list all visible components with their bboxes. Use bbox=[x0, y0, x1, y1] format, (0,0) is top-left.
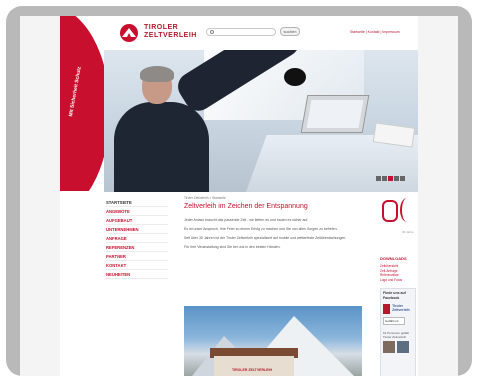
logo-shape-b bbox=[400, 198, 414, 222]
house bbox=[214, 356, 294, 376]
slider-dot[interactable] bbox=[376, 176, 381, 181]
slider-dots[interactable] bbox=[376, 168, 410, 181]
man-torso bbox=[114, 102, 209, 192]
breadcrumb[interactable]: Tiroler Zeltverleih > Startseite bbox=[184, 196, 354, 200]
browser-screen: Mit Sicherheit Schutz TIROLER ZELTVERLEI… bbox=[20, 16, 458, 376]
man-feet bbox=[284, 68, 306, 86]
house-sign: TIROLER ZELTVERLEIH bbox=[232, 368, 272, 372]
search-icon bbox=[210, 30, 214, 34]
tent-logo-icon[interactable] bbox=[119, 24, 139, 42]
brand-swoosh: Mit Sicherheit Schutz bbox=[60, 16, 104, 191]
brand-line-2: ZELTVERLEIH bbox=[144, 32, 197, 39]
man-hair bbox=[140, 66, 174, 82]
facebook-faces bbox=[383, 341, 413, 353]
facebook-widget: Finde uns auf Facebook Tiroler Zeltverle… bbox=[380, 288, 416, 376]
facebook-fan-avatar[interactable] bbox=[397, 341, 409, 353]
facebook-avatar[interactable] bbox=[383, 304, 391, 314]
body-paragraph: Seit über 30 Jahren ist der Tiroler Zelt… bbox=[184, 236, 347, 240]
slider-dot[interactable] bbox=[400, 176, 405, 181]
downloads-title: DOWNLOADS bbox=[380, 256, 407, 261]
laptop-screen bbox=[306, 100, 364, 128]
body-paragraph: Für Ihre Veranstaltung sind Sie bei uns … bbox=[184, 245, 281, 249]
nav-item-partner[interactable]: PARTNER bbox=[106, 252, 168, 261]
page-title: Zeltverleih im Zeichen der Entspannung bbox=[184, 203, 308, 210]
site-header: TIROLER ZELTVERLEIH suchen Startseite | … bbox=[104, 16, 418, 50]
nav-item-kontakt[interactable]: KONTAKT bbox=[106, 261, 168, 270]
relaxing-man bbox=[114, 50, 306, 192]
facebook-title: Finde uns auf Facebook bbox=[383, 291, 406, 300]
nav-item-unternehmen[interactable]: UNTERNEHMEN bbox=[106, 225, 168, 234]
search-input[interactable] bbox=[206, 28, 276, 36]
device-frame: Mit Sicherheit Schutz TIROLER ZELTVERLEI… bbox=[6, 6, 472, 376]
facebook-fan-avatar[interactable] bbox=[383, 341, 395, 353]
download-link[interactable]: Logo und Fotos bbox=[380, 278, 416, 283]
slider-dot-active[interactable] bbox=[388, 176, 393, 181]
logo-shape-a bbox=[382, 200, 398, 222]
logo-caption: 30 Jahre bbox=[402, 230, 414, 234]
brand-name[interactable]: TIROLER ZELTVERLEIH bbox=[144, 24, 197, 40]
slider-dot[interactable] bbox=[394, 176, 399, 181]
nav-item-anfrage[interactable]: ANFRAGE bbox=[106, 234, 168, 243]
nav-item-referenzen[interactable]: REFERENZEN bbox=[106, 243, 168, 252]
facebook-like-count: 61 Personen gefällt Tiroler Zeltverleih bbox=[383, 331, 409, 339]
facebook-page-header: Tiroler Zeltverleih bbox=[383, 304, 413, 314]
body-paragraph: Jeder Anlass braucht das passende Zelt -… bbox=[184, 218, 309, 222]
top-links[interactable]: Startseite | Kontakt | Impressum bbox=[350, 30, 400, 34]
mountain-house-photo: TIROLER ZELTVERLEIH bbox=[184, 306, 362, 376]
nav-item-aufgebaut[interactable]: AUFGEBAUT bbox=[106, 216, 168, 225]
search-button[interactable]: suchen bbox=[280, 27, 300, 36]
hero-image bbox=[104, 50, 418, 192]
swoosh-shape bbox=[60, 16, 104, 191]
main-nav: STARTSEITE ANGEBOTE AUFGEBAUT UNTERNEHME… bbox=[106, 198, 168, 279]
slider-dot[interactable] bbox=[382, 176, 387, 181]
facebook-like-button[interactable]: Gefällt mir bbox=[383, 317, 405, 325]
laptop bbox=[300, 95, 370, 133]
brand-line-1: TIROLER bbox=[144, 24, 179, 31]
facebook-page-name[interactable]: Tiroler Zeltverleih bbox=[392, 304, 413, 314]
nav-item-neuheiten[interactable]: NEUHEITEN bbox=[106, 270, 168, 279]
main-content: Tiroler Zeltverleih > Startseite Zeltver… bbox=[184, 196, 354, 254]
sidebar: 30 Jahre DOWNLOADS Zeltübersicht Zelt-An… bbox=[380, 196, 416, 376]
nav-item-startseite[interactable]: STARTSEITE bbox=[106, 198, 168, 207]
nav-item-angebote[interactable]: ANGEBOTE bbox=[106, 207, 168, 216]
body-paragraph: Es ist unser Anspruch, Ihre Feier zu ein… bbox=[184, 227, 338, 231]
anniversary-logo: 30 Jahre bbox=[380, 196, 416, 240]
